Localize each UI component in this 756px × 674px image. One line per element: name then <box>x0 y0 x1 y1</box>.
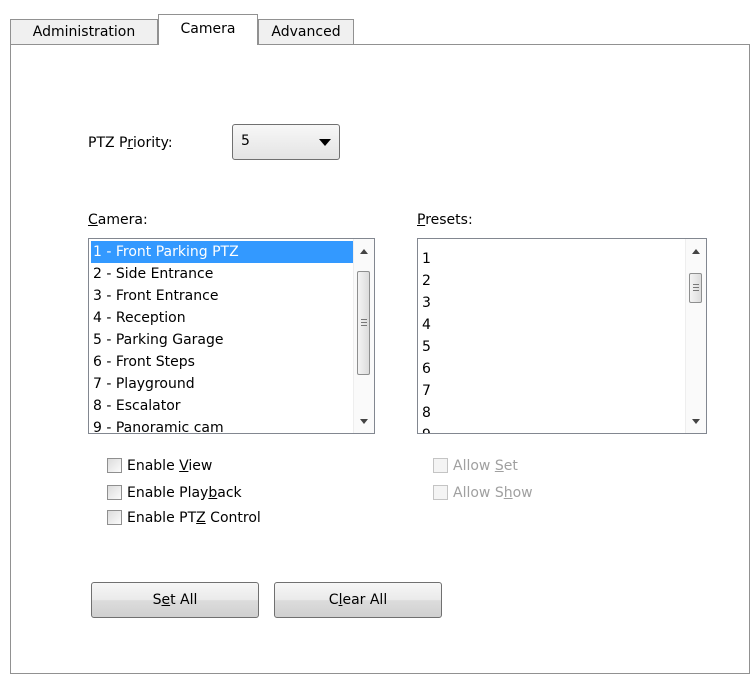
presets-list-item[interactable]: 1 <box>420 248 686 270</box>
tab-administration[interactable]: Administration <box>10 19 158 44</box>
presets-list-item[interactable]: 9 <box>420 424 686 433</box>
camera-list-item[interactable]: 8 - Escalator <box>91 395 354 417</box>
enable-ptz-control-label: Enable PTZ Control <box>127 510 261 526</box>
allow-set-label: Allow Set <box>453 458 518 474</box>
camera-list-item-selected[interactable]: 1 - Front Parking PTZ <box>91 241 354 263</box>
scroll-up-arrow-icon[interactable] <box>686 241 706 261</box>
checkbox-square-icon <box>107 485 122 500</box>
camera-list-item[interactable]: 3 - Front Entrance <box>91 285 354 307</box>
enable-playback-label: Enable Playback <box>127 485 242 501</box>
set-all-button[interactable]: Set All <box>91 582 259 618</box>
camera-listbox[interactable]: 1 - Front Parking PTZ 2 - Side Entrance … <box>88 238 375 434</box>
presets-list-scrollbar[interactable] <box>685 239 706 433</box>
clear-all-button[interactable]: Clear All <box>274 582 442 618</box>
ptz-priority-value: 5 <box>241 133 250 149</box>
ptz-priority-label: PTZ Priority: <box>88 135 173 151</box>
camera-list-item[interactable]: 7 - Playground <box>91 373 354 395</box>
camera-list-scrollbar[interactable] <box>353 239 374 433</box>
presets-list-item[interactable]: 5 <box>420 336 686 358</box>
camera-list-items: 1 - Front Parking PTZ 2 - Side Entrance … <box>91 241 354 433</box>
checkbox-square-icon <box>107 458 122 473</box>
tab-camera[interactable]: Camera <box>158 14 258 45</box>
presets-listbox[interactable]: 1 2 3 4 5 6 7 8 9 <box>417 238 707 434</box>
presets-list-item[interactable]: 3 <box>420 292 686 314</box>
presets-list-item[interactable]: 2 <box>420 270 686 292</box>
checkbox-square-icon <box>433 485 448 500</box>
allow-show-label: Allow Show <box>453 485 533 501</box>
camera-list-item[interactable]: 9 - Panoramic cam <box>91 417 354 433</box>
scroll-up-arrow-icon[interactable] <box>354 241 374 261</box>
camera-list-item[interactable]: 5 - Parking Garage <box>91 329 354 351</box>
checkbox-square-icon <box>433 458 448 473</box>
chevron-down-icon <box>319 139 331 146</box>
checkbox-square-icon <box>107 510 122 525</box>
ptz-priority-dropdown[interactable]: 5 <box>232 124 340 160</box>
enable-view-label: Enable View <box>127 458 213 474</box>
presets-list-item[interactable]: 7 <box>420 380 686 402</box>
tab-advanced[interactable]: Advanced <box>258 19 354 44</box>
camera-list-label: Camera: <box>88 212 148 228</box>
camera-list-item[interactable]: 4 - Reception <box>91 307 354 329</box>
scroll-down-arrow-icon[interactable] <box>354 411 374 431</box>
presets-list-item[interactable]: 4 <box>420 314 686 336</box>
presets-list-label: Presets: <box>417 212 473 228</box>
scroll-down-arrow-icon[interactable] <box>686 411 706 431</box>
scrollbar-thumb[interactable] <box>357 271 370 375</box>
presets-list-items: 1 2 3 4 5 6 7 8 9 <box>420 248 686 433</box>
presets-list-item[interactable]: 8 <box>420 402 686 424</box>
camera-list-item[interactable]: 6 - Front Steps <box>91 351 354 373</box>
camera-list-item[interactable]: 2 - Side Entrance <box>91 263 354 285</box>
scrollbar-thumb[interactable] <box>689 273 702 303</box>
presets-list-item[interactable]: 6 <box>420 358 686 380</box>
